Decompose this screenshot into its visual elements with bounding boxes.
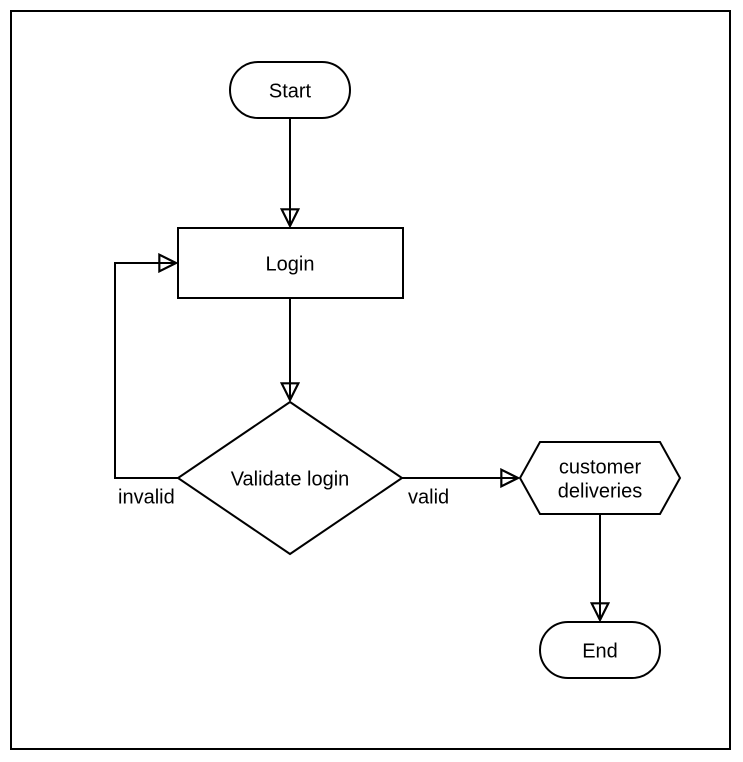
diagram-canvas: Start Login Validate login invalid val: [0, 0, 743, 762]
diagram-frame: [10, 10, 731, 750]
